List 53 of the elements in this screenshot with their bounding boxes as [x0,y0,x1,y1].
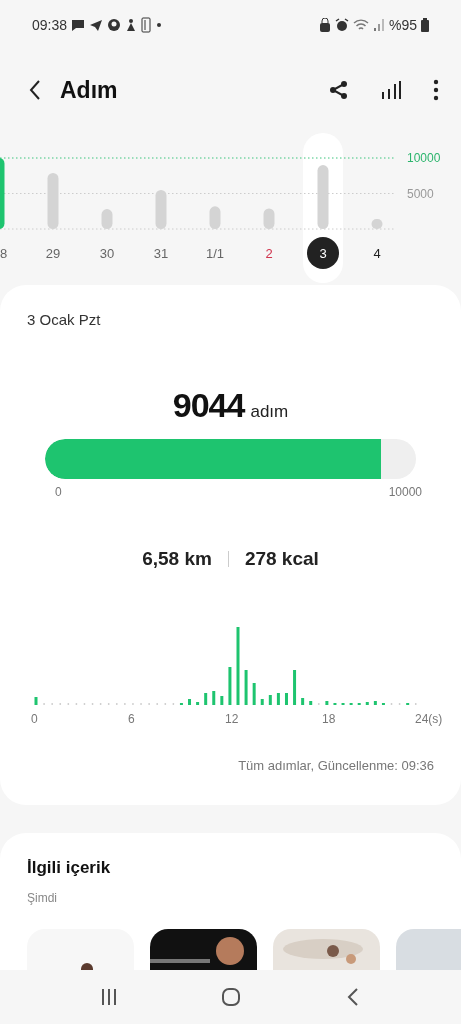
card-icon [141,17,152,33]
bar[interactable] [0,158,5,229]
page-title: Adım [60,75,118,105]
figure-icon [125,18,138,32]
day-label[interactable]: 3 [319,246,327,261]
status-time: 09:38 [32,15,68,35]
step-count: 9044 [172,384,245,426]
progress-max-label: 10000 [388,483,422,501]
axis-label: 10000 [407,151,441,165]
day-label[interactable]: 30 [99,246,115,261]
bar[interactable] [47,172,59,229]
calories-value: 278 kcal [244,546,319,571]
distance-value: 6,58 km [142,546,212,571]
dot-icon [155,21,164,29]
alarm-icon [334,18,349,32]
message-icon [71,18,86,32]
signal-icon [372,18,385,32]
bar-chart-icon [381,80,401,100]
day-label[interactable]: 31 [153,246,169,261]
day-label[interactable]: 1/1 [205,246,225,261]
axis-label: 6 [128,711,135,728]
battery-percent: %95 [388,15,417,35]
day-label[interactable]: 8 [0,246,8,261]
bar[interactable] [155,189,167,229]
axis-label: 5000 [407,186,434,201]
section-title: İlgili içerik [27,857,112,879]
update-note: Tüm adımlar, Güncellenme: 09:36 [238,757,434,775]
send-icon [89,18,104,32]
home-icon [221,987,242,1007]
step-unit: adım [250,400,289,423]
battery-icon [421,18,429,32]
wifi-icon [352,18,369,32]
back-icon [28,79,42,101]
lock-icon [318,18,331,32]
round-logo-icon [107,18,122,32]
axis-label: 0 [31,711,38,728]
section-subtitle: Şimdi [27,889,58,907]
axis-label: 12 [225,711,239,728]
bar[interactable] [101,209,113,229]
bar[interactable] [209,206,221,229]
date-label: 3 Ocak Pzt [27,310,102,330]
bar[interactable] [317,165,329,229]
recent-apps-icon [99,987,118,1007]
day-label[interactable]: 2 [265,246,273,261]
day-label[interactable]: 29 [45,246,61,261]
progress-min-label: 0 [55,483,62,501]
axis-label: 24(s) [415,711,443,728]
share-icon [329,80,349,100]
bar[interactable] [263,208,275,229]
day-label[interactable]: 4 [373,246,381,261]
axis-label: 18 [322,711,336,728]
bar[interactable] [371,219,383,229]
more-icon [433,79,439,101]
